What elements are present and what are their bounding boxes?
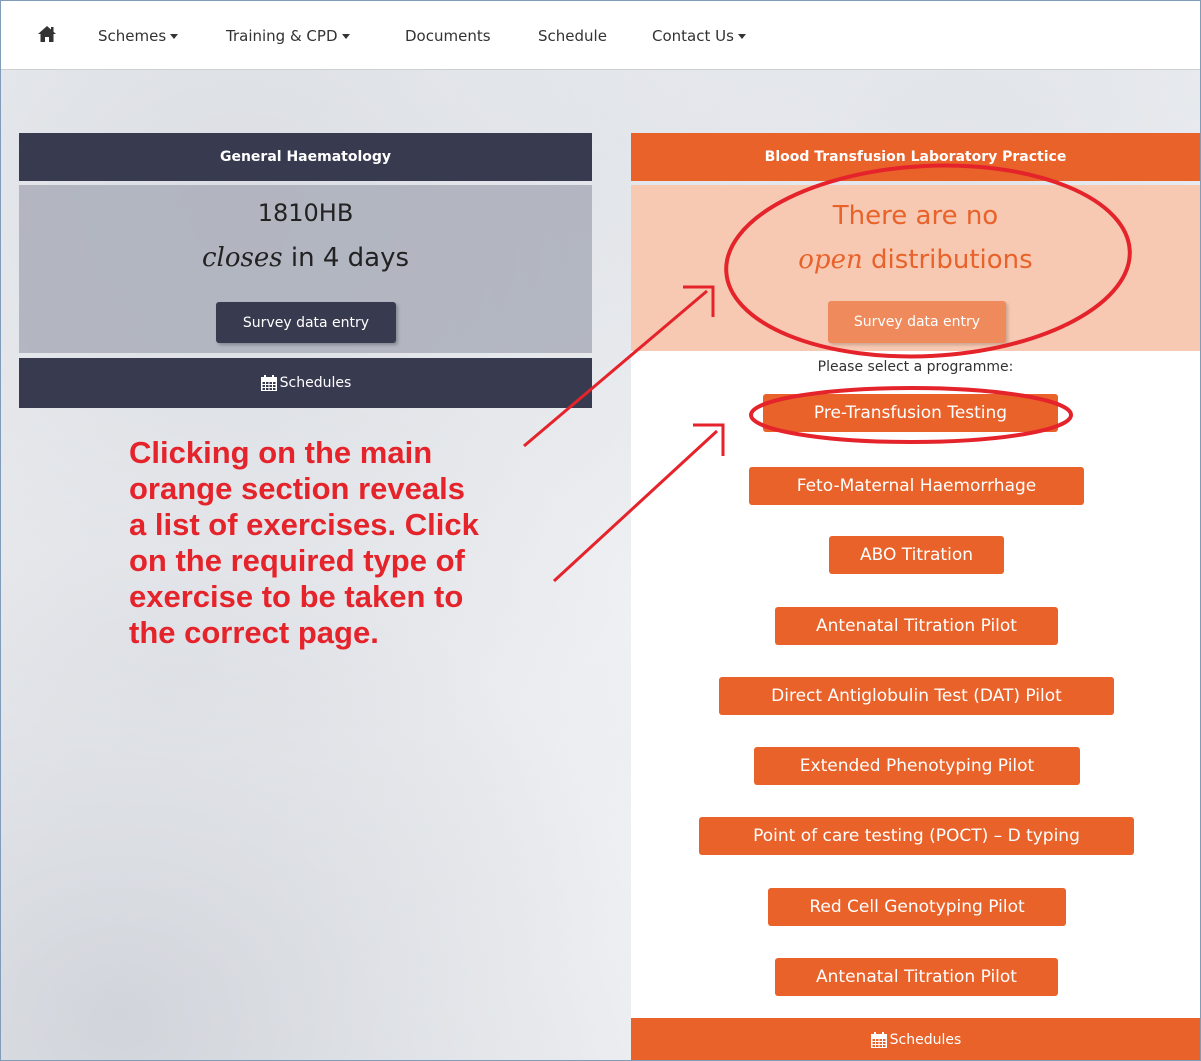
closes-word: closes: [201, 243, 283, 273]
schedules-label: Schedules: [889, 1032, 962, 1048]
survey-data-entry-button[interactable]: Survey data entry: [216, 302, 396, 343]
annotation-line: on the required type of: [129, 543, 465, 578]
programme-label: Direct Antiglobulin Test (DAT) Pilot: [771, 686, 1062, 706]
programme-button[interactable]: Point of care testing (POCT) – D typing: [699, 817, 1134, 855]
annotation-line: orange section reveals: [129, 471, 465, 506]
annotation-line: exercise to be taken to: [129, 579, 464, 614]
closes-text: closes in 4 days: [19, 243, 592, 273]
programme-button[interactable]: Red Cell Genotyping Pilot: [768, 888, 1066, 926]
blood-transfusion-body[interactable]: There are no open distributions Survey d…: [631, 185, 1200, 351]
programme-label: Pre-Transfusion Testing: [813, 403, 1008, 423]
programme-button[interactable]: Antenatal Titration Pilot: [775, 607, 1058, 645]
nav-schemes[interactable]: Schemes: [98, 27, 179, 45]
browser-frame: Schemes Training & CPD Documents Schedul…: [0, 0, 1201, 1061]
nav-schedule[interactable]: Schedule: [538, 27, 607, 45]
programme-label: Antenatal Titration Pilot: [816, 616, 1017, 636]
programme-label: ABO Titration: [860, 545, 973, 565]
open-word: open: [798, 245, 863, 275]
nav-training-cpd[interactable]: Training & CPD: [226, 27, 350, 45]
annotation-text: Clicking on the main orange section reve…: [129, 435, 589, 651]
no-distributions-line2: open distributions: [631, 245, 1200, 275]
home-icon[interactable]: [37, 25, 57, 43]
panel-title: General Haematology: [219, 149, 392, 165]
closes-rest: in 4 days: [282, 243, 410, 273]
programme-button[interactable]: Antenatal Titration Pilot: [775, 958, 1058, 996]
calendar-icon: [870, 1032, 887, 1048]
programme-label: Feto-Maternal Haemorrhage: [796, 476, 1037, 496]
chevron-down-icon: [170, 34, 179, 39]
programme-button[interactable]: Extended Phenotyping Pilot: [754, 747, 1080, 785]
general-haematology-header[interactable]: General Haematology: [19, 133, 592, 181]
nav-documents[interactable]: Documents: [405, 27, 491, 45]
programme-button[interactable]: ABO Titration: [829, 536, 1004, 574]
calendar-icon: [260, 375, 277, 391]
programme-label: Point of care testing (POCT) – D typing: [753, 826, 1080, 846]
programme-label: Antenatal Titration Pilot: [816, 967, 1017, 987]
annotation-line: a list of exercises. Click: [129, 507, 479, 542]
schedules-label: Schedules: [279, 375, 352, 391]
schedules-button-left[interactable]: Schedules: [19, 358, 592, 408]
chevron-down-icon: [737, 34, 746, 39]
chevron-down-icon: [341, 34, 350, 39]
distributions-word: distributions: [862, 245, 1033, 275]
no-distributions-line1: There are no: [832, 201, 999, 231]
programme-button[interactable]: Feto-Maternal Haemorrhage: [749, 467, 1084, 505]
general-haematology-body[interactable]: 1810HB closes in 4 days Survey data entr…: [19, 185, 592, 353]
select-programme-label: Please select a programme:: [817, 359, 1014, 375]
top-navbar: Schemes Training & CPD Documents Schedul…: [1, 1, 1200, 70]
annotation-line: the correct page.: [129, 615, 379, 650]
blood-transfusion-header[interactable]: Blood Transfusion Laboratory Practice: [631, 133, 1200, 181]
nav-documents-label: Documents: [405, 27, 491, 45]
programme-button[interactable]: Direct Antiglobulin Test (DAT) Pilot: [719, 677, 1114, 715]
annotation-line: Clicking on the main: [129, 435, 433, 470]
programme-button[interactable]: Pre-Transfusion Testing: [763, 394, 1058, 432]
button-label: Survey data entry: [853, 314, 981, 330]
nav-schemes-label: Schemes: [98, 27, 167, 45]
programme-label: Red Cell Genotyping Pilot: [809, 897, 1025, 917]
schedules-button-right[interactable]: Schedules: [631, 1018, 1200, 1060]
programme-label: Extended Phenotyping Pilot: [799, 756, 1035, 776]
survey-data-entry-button-disabled[interactable]: Survey data entry: [828, 301, 1006, 343]
distribution-code: 1810HB: [257, 199, 354, 227]
nav-contact-label: Contact Us: [652, 27, 734, 45]
nav-contact-us[interactable]: Contact Us: [652, 27, 746, 45]
nav-schedule-label: Schedule: [538, 27, 607, 45]
panel-title: Blood Transfusion Laboratory Practice: [764, 149, 1067, 165]
button-label: Survey data entry: [242, 314, 370, 331]
nav-training-label: Training & CPD: [226, 27, 338, 45]
